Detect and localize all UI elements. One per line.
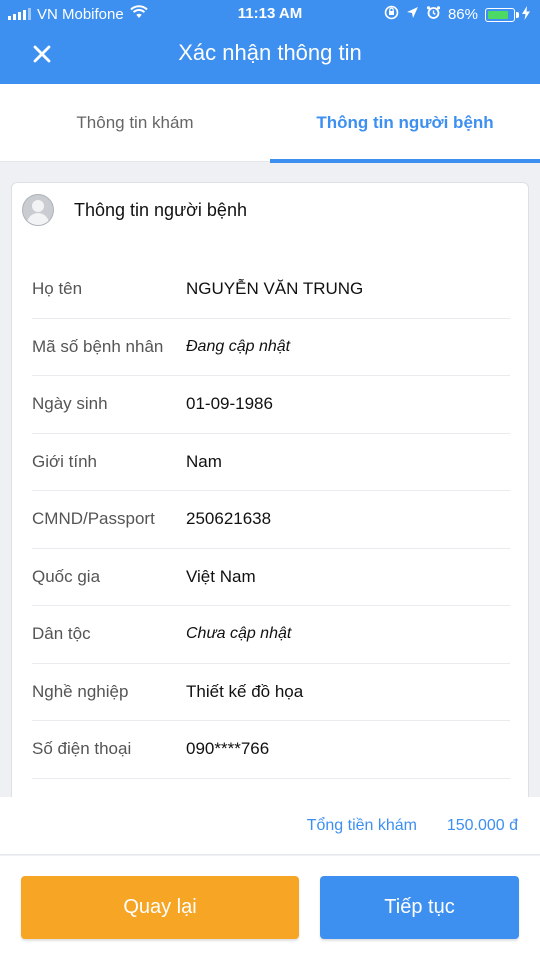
page-title: Xác nhận thông tin bbox=[178, 40, 362, 65]
row-value: 090****766 bbox=[186, 739, 270, 759]
row-value: Việt Nam bbox=[186, 566, 256, 586]
info-row-occupation: Nghề nghiệp Thiết kế đồ họa bbox=[32, 664, 510, 721]
info-row-country: Quốc gia Việt Nam bbox=[32, 549, 510, 606]
alarm-icon bbox=[426, 5, 441, 24]
back-button[interactable]: Quay lại bbox=[21, 876, 299, 939]
tab-exam-info[interactable]: Thông tin khám bbox=[0, 84, 270, 162]
battery-percent: 86% bbox=[447, 6, 478, 23]
avatar-icon bbox=[22, 194, 54, 226]
row-label: Ngày sinh bbox=[32, 394, 108, 414]
row-value: Thiết kế đồ họa bbox=[186, 681, 304, 701]
info-row-id-passport: CMND/Passport 250621638 bbox=[32, 491, 510, 549]
row-label: Quốc gia bbox=[32, 566, 101, 586]
battery-icon bbox=[485, 7, 519, 22]
charging-icon bbox=[522, 5, 530, 24]
status-bar: VN Mobifone 11:13 AM 86% bbox=[0, 0, 540, 28]
total-fee-label: Tổng tiền khám bbox=[306, 817, 417, 834]
info-row-full-name: Họ tên NGUYỄN VĂN TRUNG bbox=[32, 261, 510, 319]
row-value: 01-09-1986 bbox=[186, 394, 273, 414]
row-label: Mã số bệnh nhân bbox=[32, 336, 164, 356]
info-list: Họ tên NGUYỄN VĂN TRUNG Mã số bệnh nhân … bbox=[32, 261, 510, 779]
row-label: Nghề nghiệp bbox=[32, 681, 129, 701]
tab-bar: Thông tin khám Thông tin người bệnh bbox=[0, 84, 540, 163]
row-label: CMND/Passport bbox=[32, 509, 155, 529]
info-row-phone: Số điện thoại 090****766 bbox=[32, 721, 510, 779]
row-value: Chưa cập nhật bbox=[186, 625, 292, 643]
info-row-ethnicity: Dân tộc Chưa cập nhật bbox=[32, 606, 510, 664]
info-row-patient-id: Mã số bệnh nhân Đang cập nhật bbox=[32, 319, 510, 376]
row-label: Giới tính bbox=[32, 451, 98, 471]
row-value: Nam bbox=[186, 451, 222, 471]
total-fee-bar: Tổng tiền khám 150.000 đ bbox=[0, 797, 540, 855]
continue-button[interactable]: Tiếp tục bbox=[320, 876, 519, 939]
row-label: Họ tên bbox=[32, 279, 83, 299]
info-row-birth-date: Ngày sinh 01-09-1986 bbox=[32, 376, 510, 434]
total-fee-value: 150.000 đ bbox=[446, 817, 518, 834]
patient-info-card: Thông tin người bệnh Họ tên NGUYỄN VĂN T… bbox=[11, 182, 529, 822]
row-value: Đang cập nhật bbox=[186, 337, 291, 355]
row-value: 250621638 bbox=[186, 509, 272, 529]
card-header: Thông tin người bệnh bbox=[22, 193, 247, 227]
orientation-lock-icon bbox=[384, 5, 399, 24]
location-icon bbox=[406, 6, 419, 23]
info-row-gender: Giới tính Nam bbox=[32, 434, 510, 491]
action-footer: Quay lại Tiếp tục bbox=[0, 856, 540, 960]
app-header: VN Mobifone 11:13 AM 86% Xác nhận thông … bbox=[0, 0, 540, 84]
tab-patient-info[interactable]: Thông tin người bệnh bbox=[270, 84, 540, 163]
row-label: Số điện thoại bbox=[32, 739, 132, 759]
row-value: NGUYỄN VĂN TRUNG bbox=[186, 279, 364, 299]
row-label: Dân tộc bbox=[32, 624, 91, 644]
card-title: Thông tin người bệnh bbox=[74, 199, 247, 220]
